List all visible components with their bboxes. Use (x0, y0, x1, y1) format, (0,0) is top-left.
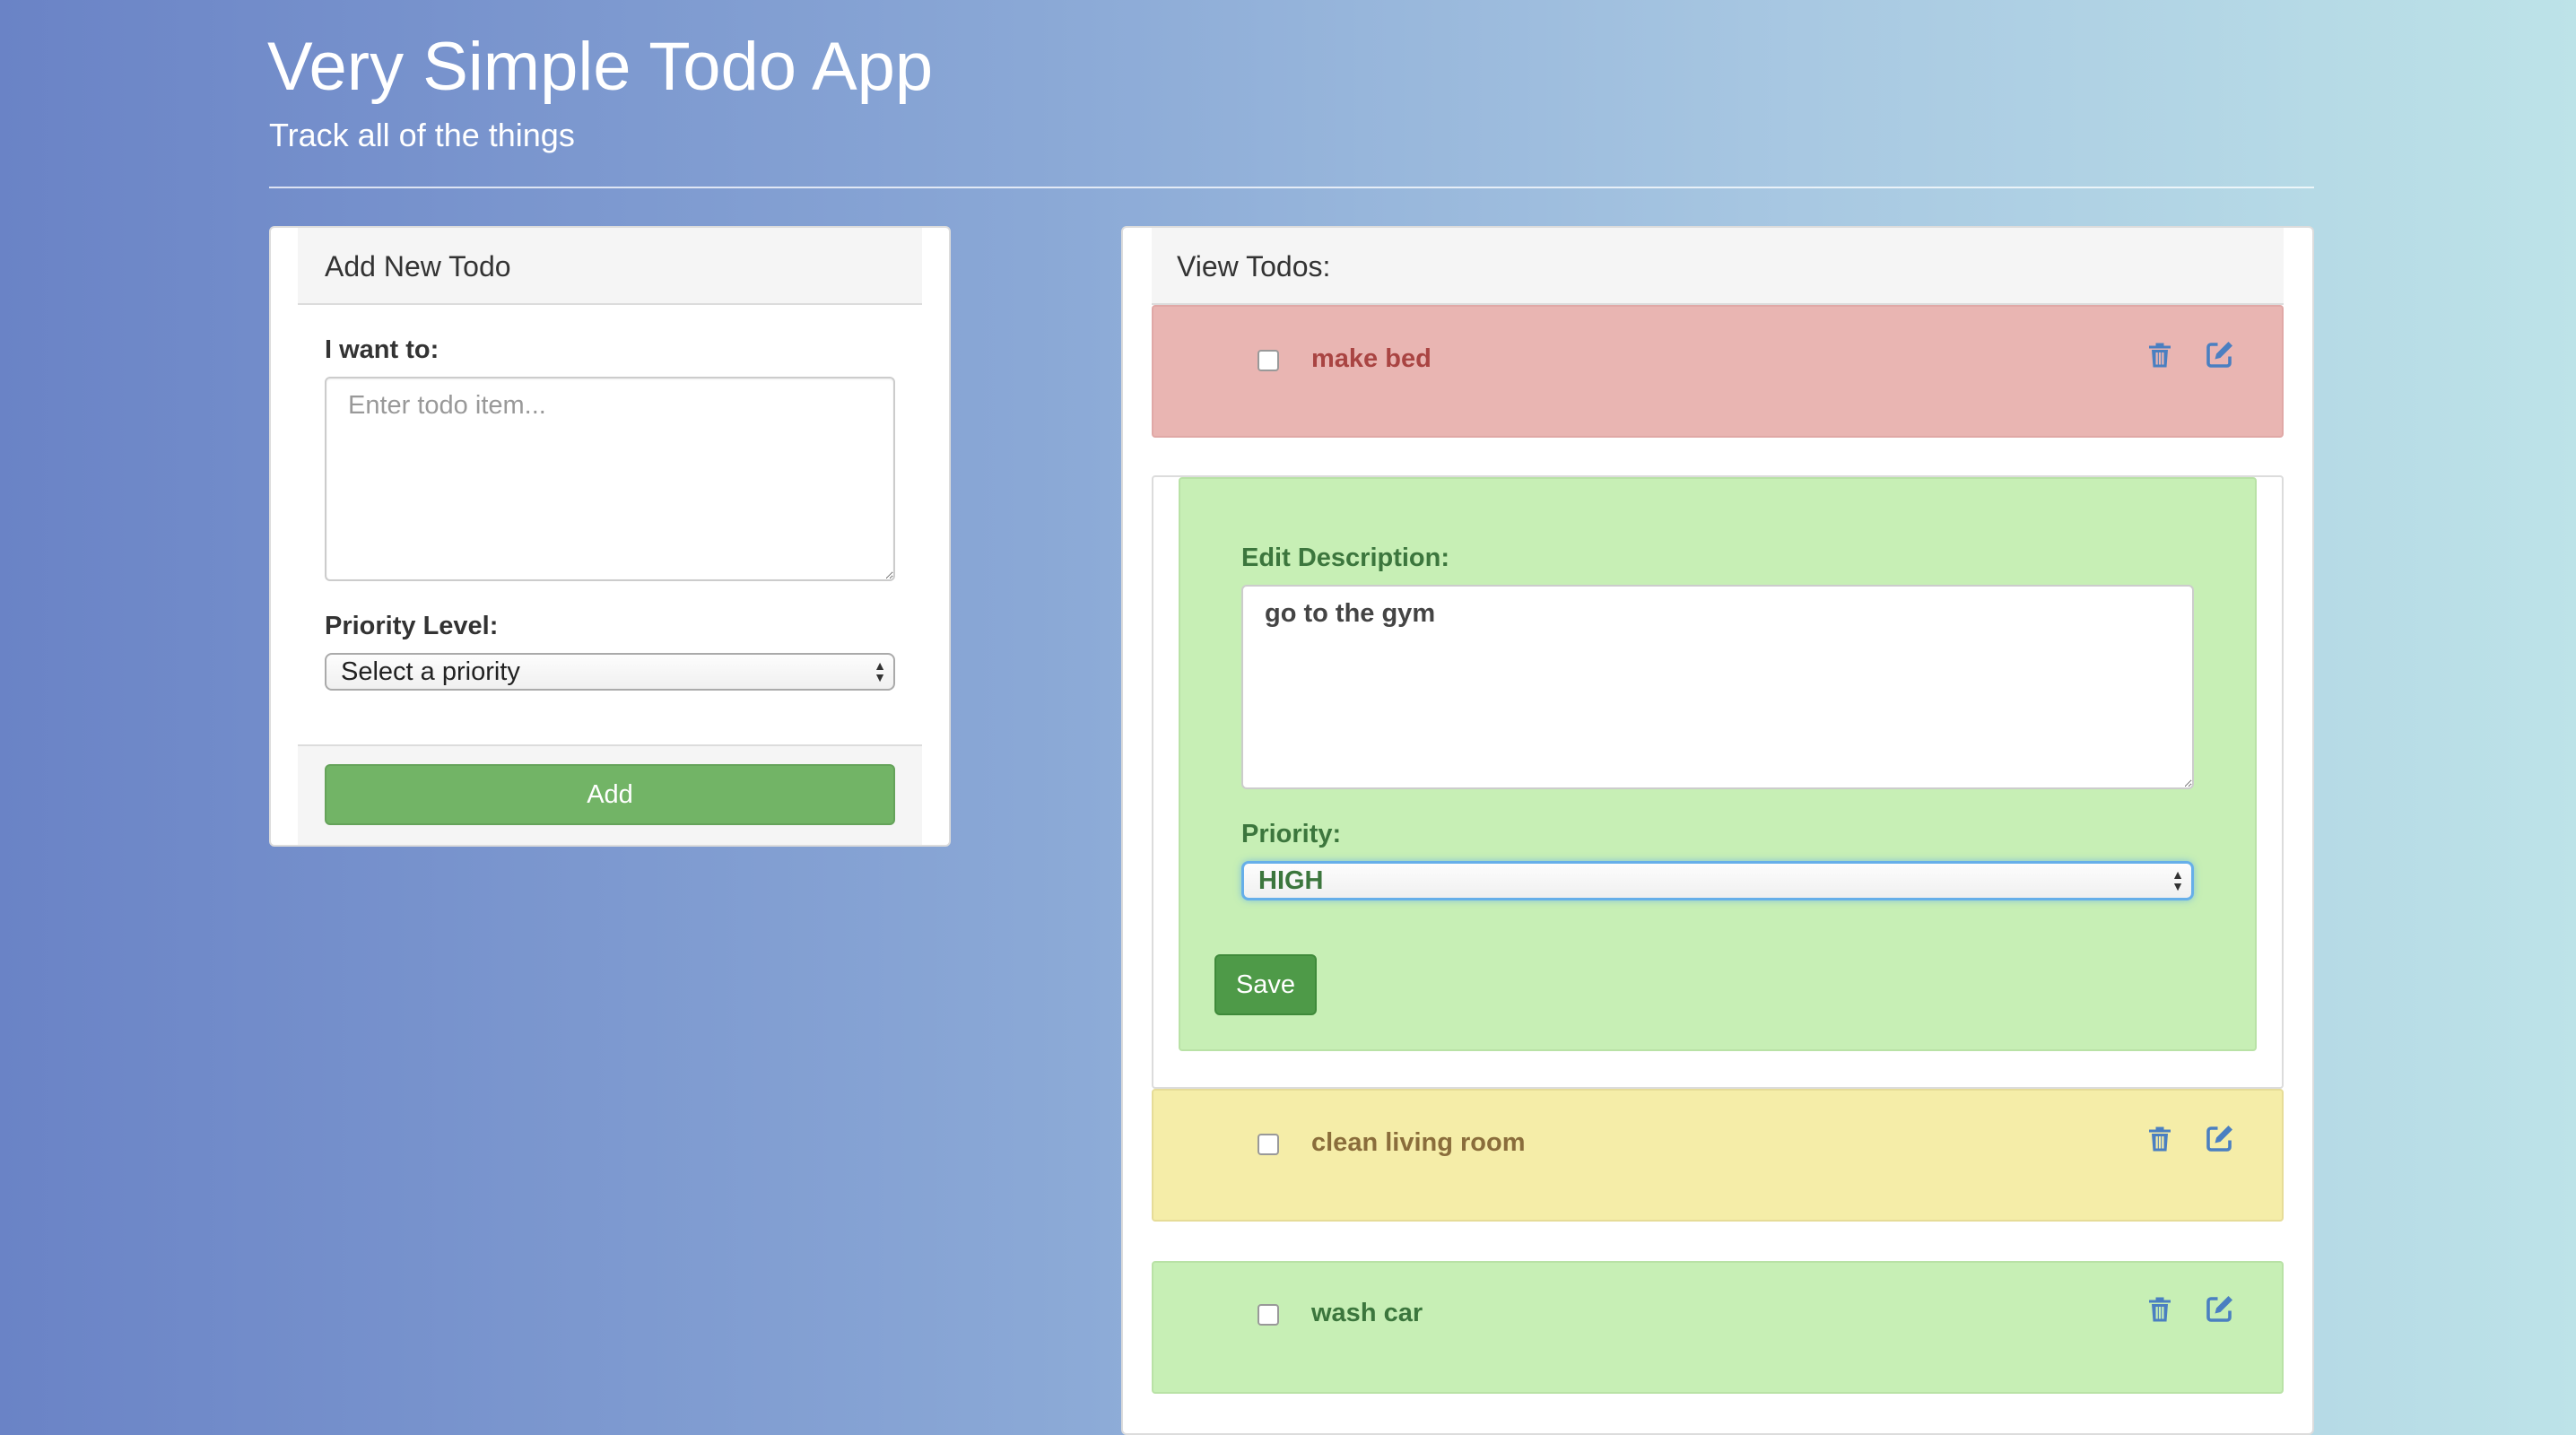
edit-icon[interactable] (2203, 339, 2235, 371)
edit-icon[interactable] (2203, 1293, 2235, 1326)
todo-input-label: I want to: (325, 335, 439, 364)
edit-description-input[interactable]: go to the gym (1241, 585, 2194, 789)
trash-icon[interactable] (2144, 339, 2176, 371)
edit-icon[interactable] (2203, 1123, 2235, 1155)
todo-text: clean living room (1311, 1128, 1526, 1157)
app-title: Very Simple Todo App (267, 29, 934, 105)
add-todo-heading: Add New Todo (298, 228, 922, 305)
priority-level-label: Priority Level: (325, 612, 499, 640)
edit-priority-label: Priority: (1241, 820, 1342, 848)
edit-priority-select[interactable]: HIGH ▲ ▼ (1241, 861, 2194, 900)
todo-checkbox[interactable] (1258, 1304, 1279, 1326)
view-todos-heading: View Todos: (1152, 228, 2284, 305)
priority-select-value: Select a priority (341, 657, 520, 686)
todo-checkbox[interactable] (1258, 350, 1279, 371)
select-arrows-icon: ▲ ▼ (2171, 867, 2184, 893)
trash-icon[interactable] (2144, 1293, 2176, 1326)
priority-select[interactable]: Select a priority ▲ ▼ (325, 653, 895, 691)
todo-text: wash car (1311, 1299, 1423, 1327)
todo-checkbox[interactable] (1258, 1134, 1279, 1155)
todo-input[interactable] (325, 377, 895, 581)
select-arrows-icon: ▲ ▼ (874, 658, 886, 684)
header-divider (269, 187, 2314, 188)
trash-icon[interactable] (2144, 1123, 2176, 1155)
app-subtitle: Track all of the things (269, 117, 575, 153)
save-button[interactable]: Save (1214, 954, 1317, 1015)
edit-priority-value: HIGH (1258, 865, 1324, 895)
add-button[interactable]: Add (325, 764, 895, 825)
todo-text: make bed (1311, 344, 1432, 373)
edit-description-label: Edit Description: (1241, 544, 1450, 572)
